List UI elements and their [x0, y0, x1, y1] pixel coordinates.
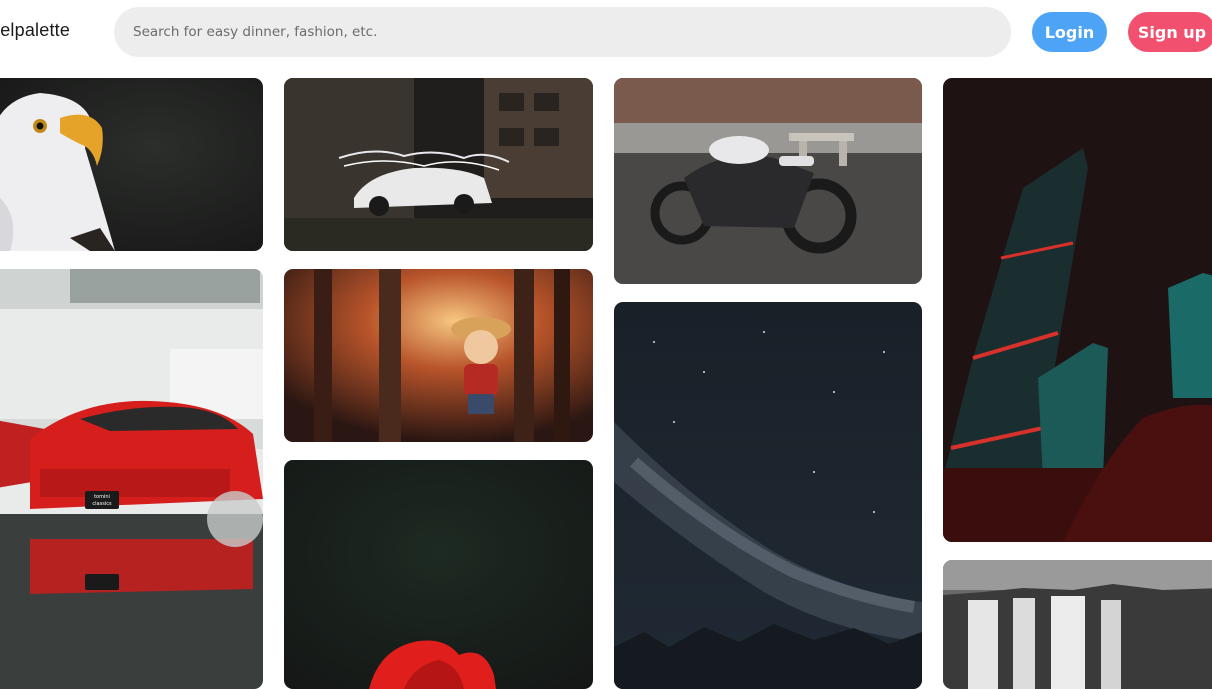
anime-forest-boy-image[interactable]	[284, 269, 593, 442]
white-car-light-painting-image[interactable]	[284, 78, 593, 251]
site-logo[interactable]: xelpalette	[0, 20, 70, 41]
milky-way-night-sky-image[interactable]	[614, 302, 922, 689]
search-input[interactable]	[114, 7, 1011, 57]
signup-button[interactable]: Sign up	[1128, 12, 1212, 52]
login-button[interactable]: Login	[1032, 12, 1107, 52]
city-towers-night-image[interactable]	[943, 78, 1212, 542]
plate-text-top: tomini	[94, 494, 110, 500]
eagle-image[interactable]	[0, 78, 263, 251]
plate-text-bottom: classics	[92, 501, 112, 507]
red-flower-dark-image[interactable]	[284, 460, 593, 689]
red-sports-car-image[interactable]: tomini classics	[0, 269, 263, 689]
motorcycle-image[interactable]	[614, 78, 922, 284]
waterfall-image[interactable]	[943, 560, 1212, 689]
top-bar: xelpalette Login Sign up	[0, 0, 1212, 64]
